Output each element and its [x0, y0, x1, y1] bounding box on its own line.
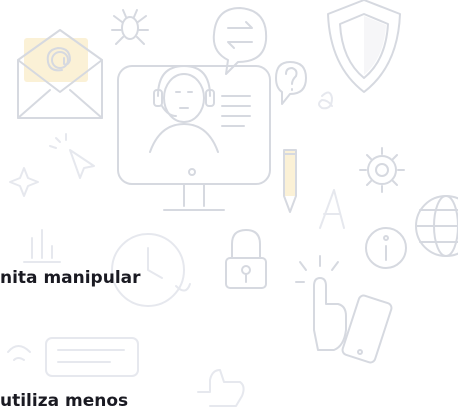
tap-hand-icon — [295, 255, 347, 351]
info-icon — [365, 227, 407, 269]
pencil-icon — [283, 149, 297, 213]
thumbs-up-icon — [197, 369, 245, 407]
support-background-illustration — [7, 0, 458, 407]
globe-icon — [415, 195, 458, 257]
wifi-icon — [7, 345, 31, 361]
cursor-icon — [49, 133, 95, 179]
shield-icon — [327, 0, 401, 93]
chat-swap-icon — [212, 7, 268, 75]
chat-lines-icon — [45, 337, 139, 377]
bug-icon — [111, 9, 149, 45]
padlock-icon — [225, 229, 267, 289]
font-a-icon — [319, 189, 345, 229]
question-bubble-icon — [275, 61, 307, 105]
smartphone-icon — [341, 294, 393, 364]
gear-icon — [359, 147, 405, 193]
description-line-1: nita manipular — [0, 268, 141, 288]
support-agent-monitor-icon — [117, 65, 271, 211]
envelope-icon — [17, 29, 103, 119]
description-line-2: utiliza menos — [0, 391, 129, 411]
sparkle-icon — [9, 167, 39, 197]
bar-chart-icon — [23, 229, 61, 263]
